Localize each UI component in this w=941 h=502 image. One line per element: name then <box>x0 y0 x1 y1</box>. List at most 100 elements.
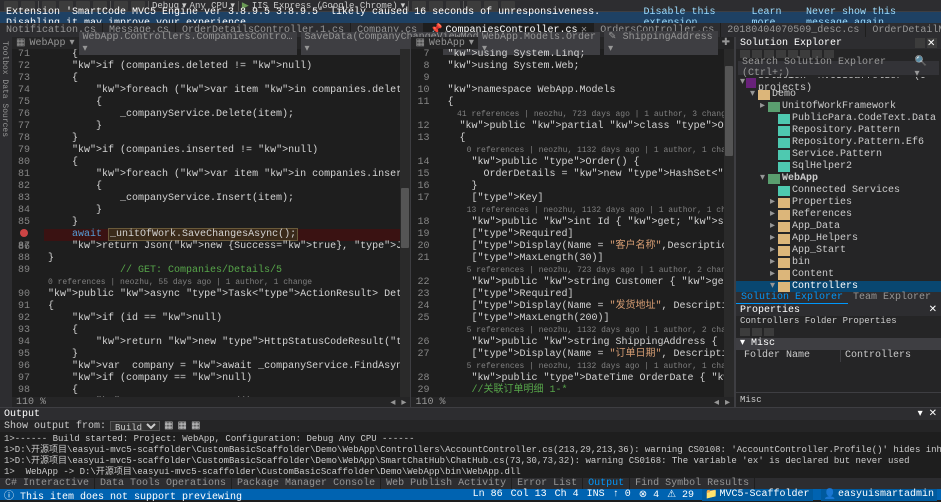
code-line[interactable]: "kw">using System.Linq; <box>443 49 734 61</box>
code-line[interactable]: 5 references | neozhu, 723 days ago | 1 … <box>443 265 734 277</box>
output-toolbar-btn[interactable]: ▦ <box>191 420 200 432</box>
pin-icon[interactable]: ▾ <box>918 409 923 420</box>
solution-search-input[interactable]: Search Solution Explorer (Ctrl+;)🔍 ▾ <box>738 61 939 75</box>
output-tab[interactable]: Package Manager Console <box>232 478 381 489</box>
code-line[interactable]: } <box>44 253 410 265</box>
code-line[interactable]: { <box>44 157 410 169</box>
code-line[interactable]: OrderDetails = "kw">new "type">HashSet<"… <box>443 169 734 181</box>
tree-node[interactable]: Repository.Pattern.Ef6 <box>736 137 941 149</box>
code-line[interactable]: 41 references | neozhu, 723 days ago | 1… <box>443 109 734 121</box>
document-tab[interactable]: OrderDetailMetadata.cs <box>866 23 941 37</box>
code-line[interactable]: "kw">public "type">DateTime OrderDate { … <box>443 373 734 385</box>
editor-breadcrumb-left[interactable]: ▦WebApp▾ WebApp.Controllers.CompaniesCon… <box>12 37 410 49</box>
output-toolbar-btn[interactable]: ▦ <box>164 420 173 432</box>
solution-tree[interactable]: ▾Solution 'Mvc5Scaffolder' (9 projects) ▾… <box>736 77 941 292</box>
output-source-dropdown[interactable]: Build <box>110 421 160 431</box>
status-publish[interactable]: ↑ 0 <box>613 489 631 500</box>
code-line[interactable]: "kw">using System.Web; <box>443 61 734 73</box>
code-line[interactable]: "kw">if (company == "kw">null) <box>44 373 410 385</box>
tree-node[interactable]: ▸App_Helpers <box>736 233 941 245</box>
code-line[interactable]: 13 references | neozhu, 1132 days ago | … <box>443 205 734 217</box>
code-line[interactable]: //关联订单明细 1-* <box>443 385 734 397</box>
code-line[interactable]: "kw">namespace WebApp.Models <box>443 85 734 97</box>
output-tab[interactable]: Error List <box>512 478 583 489</box>
code-line[interactable]: _companyService.Insert(item); <box>44 193 410 205</box>
editor-breadcrumb-right[interactable]: ▦WebApp▾ WebApp.Models.Order ▾ ✎ Shippin… <box>411 37 734 49</box>
status-warnings[interactable]: ⚠ 29 <box>667 489 694 501</box>
code-line[interactable]: } <box>44 349 410 361</box>
status-branch[interactable]: MVC5-Scaffolder <box>720 489 810 500</box>
solution-panel-tabs[interactable]: Solution Explorer Team Explorer <box>736 292 941 304</box>
output-tab[interactable]: Find Symbol Results <box>630 478 755 489</box>
code-line[interactable]: ["type">Required] <box>443 229 734 241</box>
document-tab[interactable]: 20180404070509_desc.cs <box>721 23 866 37</box>
status-user[interactable]: easyuismartadmin <box>838 489 934 500</box>
status-line[interactable]: Ln 86 <box>473 489 503 500</box>
code-line[interactable]: } <box>443 181 734 193</box>
code-line[interactable]: { <box>44 73 410 85</box>
code-line[interactable]: { <box>44 301 410 313</box>
status-char[interactable]: Ch 4 <box>555 489 579 500</box>
code-line[interactable]: _companyService.Delete(item); <box>44 109 410 121</box>
code-line[interactable]: // GET: Companies/Details/5 <box>44 265 410 277</box>
output-tab[interactable]: Output <box>583 478 630 489</box>
code-line[interactable]: { <box>44 181 410 193</box>
pin-icon[interactable] <box>915 38 925 48</box>
tree-node[interactable]: ▸App_Start <box>736 245 941 257</box>
code-line[interactable] <box>443 73 734 85</box>
tree-node[interactable]: Connected Services <box>736 185 941 197</box>
code-line[interactable]: } <box>44 205 410 217</box>
tree-node[interactable]: Service.Pattern <box>736 149 941 161</box>
breakpoint-icon[interactable] <box>20 229 28 237</box>
code-line[interactable]: "kw">return Json("kw">new {Success="kw">… <box>44 241 410 253</box>
code-line[interactable]: } <box>44 121 410 133</box>
code-line[interactable]: "kw">if (companies.inserted != "kw">null… <box>44 145 410 157</box>
code-line[interactable]: "kw">public "kw">partial "kw">class "typ… <box>443 121 734 133</box>
code-line[interactable]: { <box>443 97 734 109</box>
zoom-level[interactable]: 110 % <box>16 397 46 407</box>
tree-node[interactable]: ▾WebApp <box>736 173 941 185</box>
output-tab[interactable]: Web Publish Activity <box>381 478 512 489</box>
status-col[interactable]: Col 13 <box>511 489 547 500</box>
code-line[interactable]: await _unitOfWork.SaveChangesAsync(); <box>44 229 410 241</box>
property-row[interactable]: Folder Name Controllers <box>736 350 941 362</box>
code-line[interactable]: "kw">public "kw">async "type">Task<"type… <box>44 289 410 301</box>
tree-node[interactable]: PublicPara.CodeText.Data <box>736 113 941 125</box>
tree-node[interactable]: ▾Solution 'Mvc5Scaffolder' (9 projects) <box>736 77 941 89</box>
code-line[interactable]: "kw">foreach ("kw">var item "kw">in comp… <box>44 85 410 97</box>
code-line[interactable]: "kw">if (id == "kw">null) <box>44 313 410 325</box>
close-icon[interactable]: ✕ <box>927 38 937 48</box>
code-line[interactable]: ["type">Display(Name = "发货地址", Descripti… <box>443 301 734 313</box>
code-line[interactable]: "kw">return "kw">new "type">HttpStatusCo… <box>44 337 410 349</box>
tree-node[interactable]: ▾Controllers <box>736 281 941 292</box>
editor-scrollbar[interactable] <box>724 49 734 397</box>
editor-scrollbar[interactable] <box>400 49 410 397</box>
side-toolbox[interactable]: Toolbox Data Sources <box>0 37 12 407</box>
tree-node[interactable]: SqlHelper2 <box>736 161 941 173</box>
output-toolbar-btn[interactable]: ▦ <box>177 420 186 432</box>
close-icon[interactable]: ✕ <box>929 305 937 316</box>
code-line[interactable]: "kw">if (companies.deleted != "kw">null) <box>44 61 410 73</box>
status-ins[interactable]: INS <box>587 489 605 500</box>
code-line[interactable]: ["type">Display(Name = "订单日期", Descripti… <box>443 349 734 361</box>
code-line[interactable]: { <box>44 49 410 61</box>
code-line[interactable]: "kw">var company = "kw">await _companySe… <box>44 361 410 373</box>
code-line[interactable]: { <box>44 325 410 337</box>
tree-node[interactable]: ▸References <box>736 209 941 221</box>
tree-node[interactable]: ▸Content <box>736 269 941 281</box>
code-line[interactable]: "kw">foreach ("kw">var item "kw">in comp… <box>44 169 410 181</box>
code-line[interactable]: 5 references | neozhu, 1132 days ago | 1… <box>443 361 734 373</box>
code-line[interactable]: ["type">MaxLength(200)] <box>443 313 734 325</box>
tree-node[interactable]: ▸UnitOfWorkFramework <box>736 101 941 113</box>
properties-category[interactable]: ▾ Misc <box>736 338 941 350</box>
code-line[interactable]: { <box>443 133 734 145</box>
zoom-level[interactable]: 110 % <box>415 397 445 407</box>
code-line[interactable]: { <box>44 385 410 397</box>
code-line[interactable]: ["type">Display(Name = "客户名称",Descriptio… <box>443 241 734 253</box>
status-errors[interactable]: ⊗ 4 <box>639 489 659 501</box>
code-line[interactable]: 0 references | neozhu, 1132 days ago | 1… <box>443 145 734 157</box>
tree-node[interactable]: ▸Properties <box>736 197 941 209</box>
code-line[interactable]: ["type">Required] <box>443 289 734 301</box>
close-icon[interactable]: ✕ <box>929 409 937 420</box>
output-text[interactable]: 1>------ Build started: Project: WebApp,… <box>0 432 941 478</box>
